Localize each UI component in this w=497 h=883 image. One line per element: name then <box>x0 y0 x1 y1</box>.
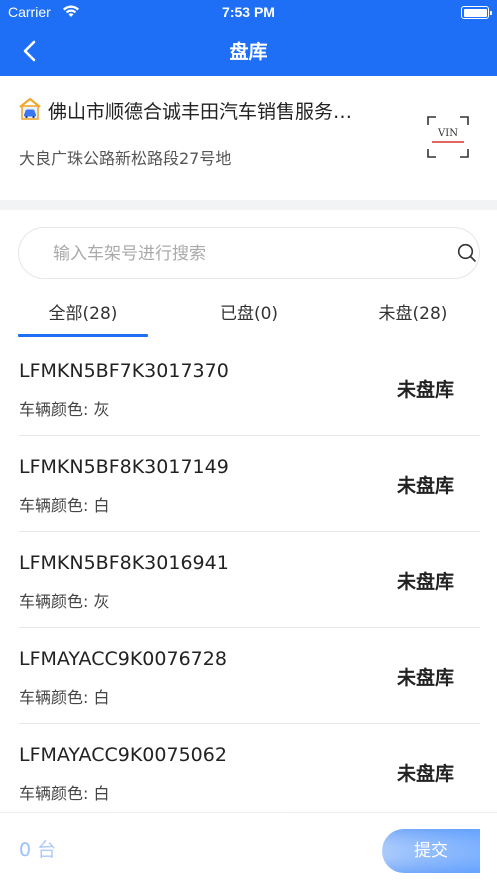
inventory-status: 未盘库 <box>396 667 454 689</box>
search-icon[interactable] <box>457 243 477 263</box>
button-glare <box>0 812 497 883</box>
tab-all[interactable]: 全部(28) <box>18 299 148 333</box>
page-title: 盘库 <box>229 41 268 63</box>
list-item[interactable]: LFMKN5BF7K3017370 车辆颜色: 灰 未盘库 <box>0 340 497 436</box>
battery-icon <box>461 6 492 19</box>
vehicle-color: 车辆颜色: 白 <box>19 496 110 515</box>
vehicle-vin: LFMKN5BF8K3017149 <box>19 456 229 478</box>
list-item[interactable]: LFMKN5BF8K3017149 车辆颜色: 白 未盘库 <box>0 436 497 532</box>
vehicle-vin: LFMAYACC9K0076728 <box>19 648 227 670</box>
vin-scan-label: VIN <box>437 128 458 139</box>
search-input[interactable] <box>53 240 433 268</box>
vehicle-color: 车辆颜色: 灰 <box>19 592 110 611</box>
shop-address: 大良广珠公路新松路段27号地 <box>19 149 232 168</box>
back-arrow-icon[interactable] <box>18 38 44 64</box>
list-item[interactable]: LFMAYACC9K0076728 车辆颜色: 白 未盘库 <box>0 628 497 724</box>
vehicle-color: 车辆颜色: 白 <box>19 688 110 707</box>
inventory-status: 未盘库 <box>396 379 454 401</box>
shop-name: 佛山市顺德合诚丰田汽车销售服务… <box>48 101 353 123</box>
inventory-status: 未盘库 <box>396 571 454 593</box>
clock: 7:53 PM <box>222 4 275 20</box>
vehicle-color: 车辆颜色: 白 <box>19 784 110 803</box>
filter-tabs: 全部(28) 已盘(0) 未盘(28) <box>0 293 497 339</box>
vehicle-vin: LFMKN5BF8K3016941 <box>19 552 229 574</box>
inventory-status: 未盘库 <box>396 763 454 785</box>
list-item[interactable]: LFMKN5BF8K3016941 车辆颜色: 灰 未盘库 <box>0 532 497 628</box>
vehicle-vin: LFMAYACC9K0075062 <box>19 744 227 766</box>
status-bar: Carrier 7:53 PM <box>0 0 497 26</box>
vehicle-vin: LFMKN5BF7K3017370 <box>19 360 229 382</box>
search-bar <box>18 227 480 279</box>
nav-bar: 盘库 <box>0 26 497 76</box>
vehicle-color: 车辆颜色: 灰 <box>19 400 110 419</box>
section-divider <box>0 200 497 210</box>
list-item[interactable]: LFMAYACC9K0075062 车辆颜色: 白 未盘库 <box>0 724 497 820</box>
shop-card <box>0 76 497 200</box>
vin-scan-icon[interactable]: VIN <box>426 115 470 159</box>
shop-car-icon <box>19 97 41 120</box>
inventory-status: 未盘库 <box>396 475 454 497</box>
active-tab-indicator <box>18 334 148 337</box>
tab-counted[interactable]: 已盘(0) <box>184 299 314 333</box>
tab-uncounted[interactable]: 未盘(28) <box>348 299 478 333</box>
